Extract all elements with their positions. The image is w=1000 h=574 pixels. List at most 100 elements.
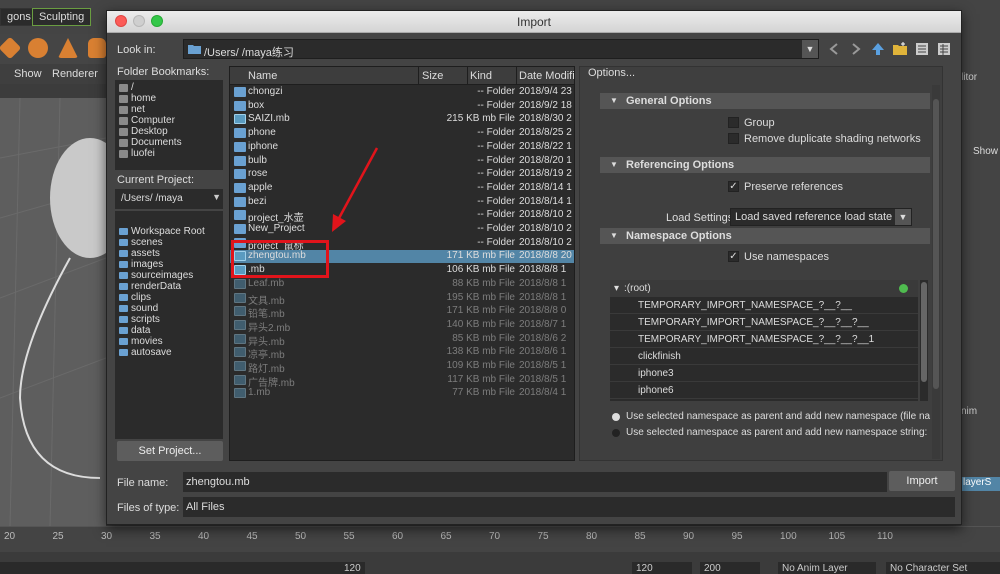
detail-view-icon[interactable] (937, 42, 951, 56)
use-namespaces-checkbox[interactable]: ✓ (728, 251, 739, 262)
set-project-button[interactable]: Set Project... (117, 441, 223, 461)
namespace-row[interactable]: iphone6 (610, 382, 918, 399)
file-row[interactable]: iphone -- Folder 2018/8/22 1 (230, 141, 574, 154)
bookmark-item[interactable]: Documents (119, 137, 182, 148)
file-row[interactable]: 异头.mb 85 KB mb File 2018/8/6 2 (230, 333, 574, 348)
scrollbar-thumb[interactable] (933, 99, 939, 389)
anim-layer-select[interactable]: No Anim Layer (778, 562, 876, 574)
file-row[interactable]: Leaf.mb 88 KB mb File 2018/8/8 1 (230, 278, 574, 291)
file-row[interactable]: 异头2.mb 140 KB mb File 2018/8/7 1 (230, 319, 574, 334)
chevron-down-icon[interactable]: ▼ (895, 209, 911, 225)
scrollbar-thumb[interactable] (921, 282, 927, 382)
column-size[interactable]: Size (422, 70, 443, 82)
namespace-row[interactable]: iphone3 (610, 365, 918, 382)
file-row[interactable]: 凉亭.mb 138 KB mb File 2018/8/6 1 (230, 346, 574, 361)
file-row[interactable]: phone -- Folder 2018/8/25 2 (230, 127, 574, 140)
range-120-field[interactable]: 120 (632, 562, 692, 574)
current-project-select[interactable]: /Users/ /maya ▼ (115, 189, 223, 209)
character-set-select[interactable]: No Character Set (886, 562, 1000, 574)
file-row[interactable]: bezi -- Folder 2018/8/14 1 (230, 196, 574, 209)
preserve-references-checkbox[interactable]: ✓ (728, 181, 739, 192)
namespace-row[interactable]: clickfinish (610, 348, 918, 365)
file-row[interactable]: 路灯.mb 109 KB mb File 2018/8/5 1 (230, 360, 574, 375)
load-settings-select[interactable]: Load saved reference load state ▼ (730, 208, 912, 226)
file-row[interactable]: 广告牌.mb 117 KB mb File 2018/8/5 1 (230, 374, 574, 389)
workspace-item[interactable]: sound (119, 303, 158, 314)
workspace-item[interactable]: autosave (119, 347, 172, 358)
menu-show[interactable]: Show (14, 68, 42, 80)
shelf-tool-icon[interactable] (28, 38, 48, 58)
folder-bookmarks-label: Folder Bookmarks: (117, 66, 210, 78)
workspace-item[interactable]: images (119, 259, 163, 270)
timeline[interactable]: 20 25 30 35 40 45 50 55 60 65 70 75 80 85 90 95 100 105 11… (0, 526, 1000, 552)
namespace-row[interactable]: TEMPORARY_IMPORT_NAMESPACE_?__?__?__1 (610, 331, 918, 348)
range-end-field[interactable]: 120 (340, 562, 365, 574)
bookmark-item[interactable]: net (119, 104, 145, 115)
back-icon[interactable] (827, 42, 841, 56)
chevron-down-icon[interactable]: ▼ (212, 192, 221, 202)
radio-namespace-string[interactable] (612, 429, 620, 437)
bookmark-item[interactable]: Computer (119, 115, 175, 126)
radio-parent-new-namespace[interactable] (612, 413, 620, 421)
workspace-item[interactable]: assets (119, 248, 160, 259)
menu-renderer[interactable]: Renderer (52, 68, 98, 80)
workspace-item[interactable]: clips (119, 292, 151, 303)
shelf-tool-icon[interactable] (88, 38, 106, 58)
range-bar[interactable] (0, 562, 360, 574)
range-slider[interactable]: 120 120 200 No Anim Layer No Character S… (0, 552, 1000, 574)
up-folder-icon[interactable] (871, 42, 885, 56)
file-name-input[interactable]: zhengtou.mb (183, 472, 887, 492)
workspace-item[interactable]: renderData (119, 281, 181, 292)
file-row[interactable]: chongzi -- Folder 2018/9/4 23 (230, 86, 574, 99)
column-name[interactable]: Name (248, 70, 277, 82)
forward-icon[interactable] (849, 42, 863, 56)
file-row[interactable]: 文具.mb 195 KB mb File 2018/8/8 1 (230, 292, 574, 307)
namespace-row[interactable]: TEMPORARY_IMPORT_NAMESPACE_?__?__ (610, 297, 918, 314)
workspace-item[interactable]: scenes (119, 237, 163, 248)
workspace-item[interactable]: scripts (119, 314, 160, 325)
workspace-item[interactable]: data (119, 325, 150, 336)
range-200-field[interactable]: 200 (700, 562, 760, 574)
file-row[interactable]: rose -- Folder 2018/8/19 2 (230, 168, 574, 181)
new-folder-icon[interactable] (893, 42, 907, 56)
bookmark-item[interactable]: luofei (119, 148, 155, 159)
import-button[interactable]: Import (889, 471, 955, 491)
namespace-list[interactable]: ▾:(root) TEMPORARY_IMPORT_NAMESPACE_?__?… (610, 280, 918, 401)
file-row[interactable]: SAIZI.mb 215 KB mb File 2018/8/30 2 (230, 113, 574, 126)
namespace-row[interactable]: TEMPORARY_IMPORT_NAMESPACE_?__?__?__ (610, 314, 918, 331)
bookmark-item[interactable]: home (119, 93, 156, 104)
chevron-down-icon[interactable]: ▼ (802, 40, 818, 58)
layer-row[interactable]: layerS (961, 477, 1000, 491)
tab-sculpting[interactable]: Sculpting (32, 8, 92, 26)
namespace-root-row[interactable]: ▾:(root) (610, 280, 918, 297)
files-of-type-select[interactable]: All Files (183, 497, 955, 517)
column-kind[interactable]: Kind (470, 70, 492, 82)
file-row[interactable]: 1.mb 77 KB mb File 2018/8/4 1 (230, 387, 574, 400)
workspace-item[interactable]: movies (119, 336, 163, 347)
expand-icon[interactable]: ▾ (614, 283, 619, 294)
file-row[interactable]: 铅笔.mb 171 KB mb File 2018/8/8 0 (230, 305, 574, 320)
look-in-select[interactable]: /Users/ /maya练习 ▼ (183, 39, 819, 59)
group-checkbox[interactable] (728, 117, 739, 128)
file-row[interactable]: apple -- Folder 2018/8/14 1 (230, 182, 574, 195)
title-bar[interactable]: Import (107, 11, 961, 33)
remove-duplicate-checkbox[interactable] (728, 133, 739, 144)
show-menu[interactable]: Show (973, 146, 998, 157)
list-view-icon[interactable] (915, 42, 929, 56)
section-namespace-options[interactable]: ▼ Namespace Options (600, 228, 930, 244)
viewport[interactable] (0, 97, 130, 527)
file-row[interactable]: box -- Folder 2018/9/2 18 (230, 100, 574, 113)
file-row[interactable]: project_水壶 -- Folder 2018/8/10 2 (230, 209, 574, 224)
workspace-item[interactable]: Workspace Root (119, 226, 205, 237)
bookmark-item[interactable]: Desktop (119, 126, 168, 137)
section-referencing-options[interactable]: ▼ Referencing Options (600, 157, 930, 173)
workspace-item[interactable]: sourceimages (119, 270, 193, 281)
bookmark-item[interactable]: / (119, 82, 134, 93)
file-row[interactable]: bulb -- Folder 2018/8/20 1 (230, 155, 574, 168)
namespace-scrollbar[interactable] (920, 280, 928, 401)
options-scrollbar[interactable] (932, 85, 940, 459)
file-row[interactable]: New_Project -- Folder 2018/8/10 2 (230, 223, 574, 236)
section-general-options[interactable]: ▼ General Options (600, 93, 930, 109)
column-date-modified[interactable]: Date Modifi (519, 70, 574, 82)
anim-tab[interactable]: nim (961, 406, 977, 417)
